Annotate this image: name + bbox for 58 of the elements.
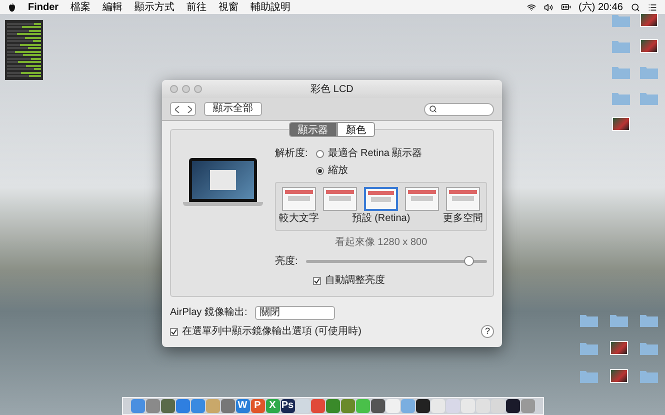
dock-app-icon[interactable] — [506, 399, 520, 413]
scale-label: 較大文字 — [279, 212, 319, 226]
radio-label[interactable]: 最適合 Retina 顯示器 — [328, 146, 422, 161]
scale-thumbnail[interactable] — [364, 187, 398, 211]
list-icon[interactable] — [648, 2, 657, 12]
menu-item[interactable]: 顯示方式 — [134, 0, 175, 14]
image-file-icon[interactable] — [610, 369, 628, 383]
scale-thumbnail[interactable] — [405, 187, 439, 211]
image-file-icon[interactable] — [612, 117, 630, 131]
slider-thumb[interactable] — [464, 256, 474, 266]
image-file-icon[interactable] — [610, 341, 628, 355]
dock-app-icon[interactable]: Ps — [280, 399, 294, 413]
menu-item[interactable]: 視窗 — [218, 0, 239, 14]
search-icon[interactable] — [631, 2, 640, 12]
dock-app-icon[interactable] — [416, 399, 430, 413]
forward-icon[interactable] — [186, 106, 192, 112]
resolution-label: 解析度: — [275, 146, 308, 161]
scale-thumbnail[interactable] — [282, 187, 316, 211]
battery-icon[interactable] — [560, 2, 571, 12]
dock-app-icon[interactable]: W — [236, 399, 250, 413]
menu-item[interactable]: Finder — [28, 0, 59, 14]
volume-icon[interactable] — [544, 2, 553, 12]
scale-thumbnail[interactable] — [446, 187, 480, 211]
image-file-icon[interactable] — [640, 13, 658, 27]
search-icon — [429, 105, 437, 113]
radio-label[interactable]: 縮放 — [328, 163, 348, 178]
checkbox-label[interactable]: 在選單列中顯示鏡像輸出選項 (可使用時) — [182, 324, 362, 339]
monitor-widget — [5, 20, 43, 80]
wifi-icon[interactable] — [526, 2, 536, 12]
scale-label: 更多空間 — [443, 212, 483, 226]
window-title: 彩色 LCD — [310, 82, 354, 96]
brightness-label: 亮度: — [275, 254, 298, 269]
dock-app-icon[interactable] — [370, 399, 384, 413]
tab[interactable]: 顏色 — [337, 122, 375, 137]
checkbox[interactable] — [170, 328, 178, 336]
back-icon[interactable] — [174, 106, 180, 112]
back-forward-buttons[interactable] — [170, 102, 196, 116]
menu-item[interactable]: 前往 — [186, 0, 207, 14]
radio-button[interactable] — [316, 150, 324, 158]
show-all-button[interactable]: 顯示全部 — [204, 102, 262, 116]
checkbox-label[interactable]: 自動調整亮度 — [325, 273, 385, 288]
airplay-dropdown[interactable]: 關閉 — [255, 306, 336, 320]
image-file-icon[interactable] — [640, 39, 658, 53]
scale-label: 預設 (Retina) — [352, 212, 410, 226]
menu-clock[interactable]: (六) 20:46 — [578, 0, 623, 14]
search-field[interactable] — [424, 102, 494, 116]
apple-icon[interactable] — [8, 2, 16, 12]
menu-item[interactable]: 編輯 — [102, 0, 123, 14]
scale-hint-text: 看起來像 1280 x 800 — [334, 236, 428, 250]
scale-thumbnail[interactable] — [323, 187, 357, 211]
airplay-label: AirPlay 鏡像輸出: — [170, 306, 248, 320]
checkbox[interactable] — [313, 276, 321, 284]
help-button[interactable]: ? — [481, 325, 494, 338]
radio-button[interactable] — [316, 166, 324, 174]
menu-item[interactable]: 輔助說明 — [250, 0, 291, 14]
tab[interactable]: 顯示器 — [289, 122, 337, 137]
menu-item[interactable]: 檔案 — [70, 0, 91, 14]
dock-app-icon[interactable]: P — [250, 399, 264, 413]
